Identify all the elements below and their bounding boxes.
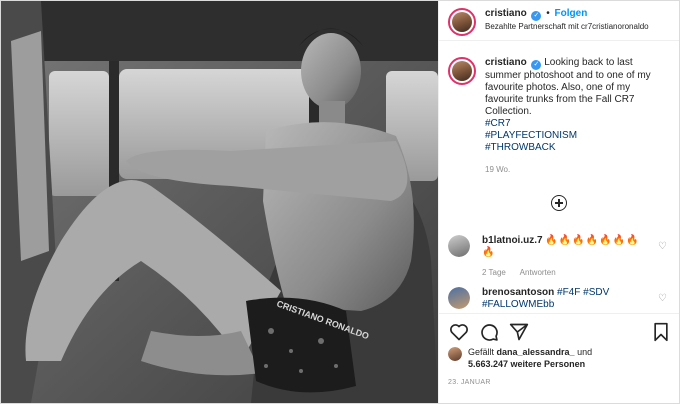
follow-button[interactable]: Folgen <box>555 8 588 19</box>
liked-by-and: und <box>574 347 593 357</box>
caption-avatar[interactable] <box>448 57 476 85</box>
hashtag-throwback[interactable]: #THROWBACK <box>485 142 665 154</box>
post-date: 23. JANUAR <box>448 379 491 386</box>
comment-like-heart-icon[interactable]: ♡ <box>658 293 667 304</box>
share-icon[interactable] <box>509 322 529 342</box>
comment-like-heart-icon[interactable]: ♡ <box>658 241 667 252</box>
hashtag-playfectionism[interactable]: #PLAYFECTIONISM <box>485 130 665 142</box>
post-header: cristiano ✓ • Folgen Bezahlte Partnersch… <box>439 1 679 41</box>
author-avatar[interactable] <box>448 8 476 36</box>
likes-summary: Gefällt dana_alessandra_ und 5.663.247 w… <box>448 346 592 370</box>
verified-badge-icon: ✓ <box>531 11 542 21</box>
heart-icon[interactable] <box>449 322 469 342</box>
post-side-panel: cristiano ✓ • Folgen Bezahlte Partnersch… <box>438 1 679 403</box>
load-more-comments-icon[interactable] <box>551 195 567 211</box>
comment-item: brenosantoson #F4F #SDV #FALLOWMEbb ♡ <box>448 287 673 311</box>
paid-partnership-link[interactable]: Bezahlte Partnerschaft mit cr7cristianor… <box>485 21 649 33</box>
liked-by-prefix: Gefällt <box>468 347 497 357</box>
comment-time: 2 Tage <box>482 268 506 277</box>
commenter-username[interactable]: b1latnoi.uz.7 <box>482 235 543 246</box>
hashtag-cr7[interactable]: #CR7 <box>485 118 665 130</box>
instagram-post: CRISTIANO RONALDO cristiano ✓ • Folgen B… <box>0 0 680 404</box>
commenter-avatar[interactable] <box>448 235 470 257</box>
post-caption: cristiano ✓ Looking back to last summer … <box>439 41 679 176</box>
caption-username[interactable]: cristiano <box>485 57 527 68</box>
commenter-avatar[interactable] <box>448 287 470 309</box>
liked-by-user[interactable]: dana_alessandra_ <box>497 347 575 357</box>
post-photo[interactable]: CRISTIANO RONALDO <box>1 1 438 403</box>
comment-item: b1latnoi.uz.7 🔥🔥🔥🔥🔥🔥🔥🔥 2 Tage Antworten … <box>448 235 673 279</box>
author-username[interactable]: cristiano <box>485 8 527 19</box>
photo-illustration: CRISTIANO RONALDO <box>1 1 438 403</box>
commenter-username[interactable]: brenosantoson <box>482 287 554 298</box>
header-separator: • <box>546 8 550 19</box>
comment-icon[interactable] <box>479 322 499 342</box>
verified-badge-icon: ✓ <box>531 60 542 70</box>
reply-button[interactable]: Antworten <box>520 268 556 277</box>
liker-avatar[interactable] <box>448 347 462 361</box>
likes-count[interactable]: 5.663.247 weitere Personen <box>468 359 585 369</box>
bookmark-icon[interactable] <box>651 322 671 342</box>
caption-time-ago: 19 Wo. <box>485 165 511 174</box>
